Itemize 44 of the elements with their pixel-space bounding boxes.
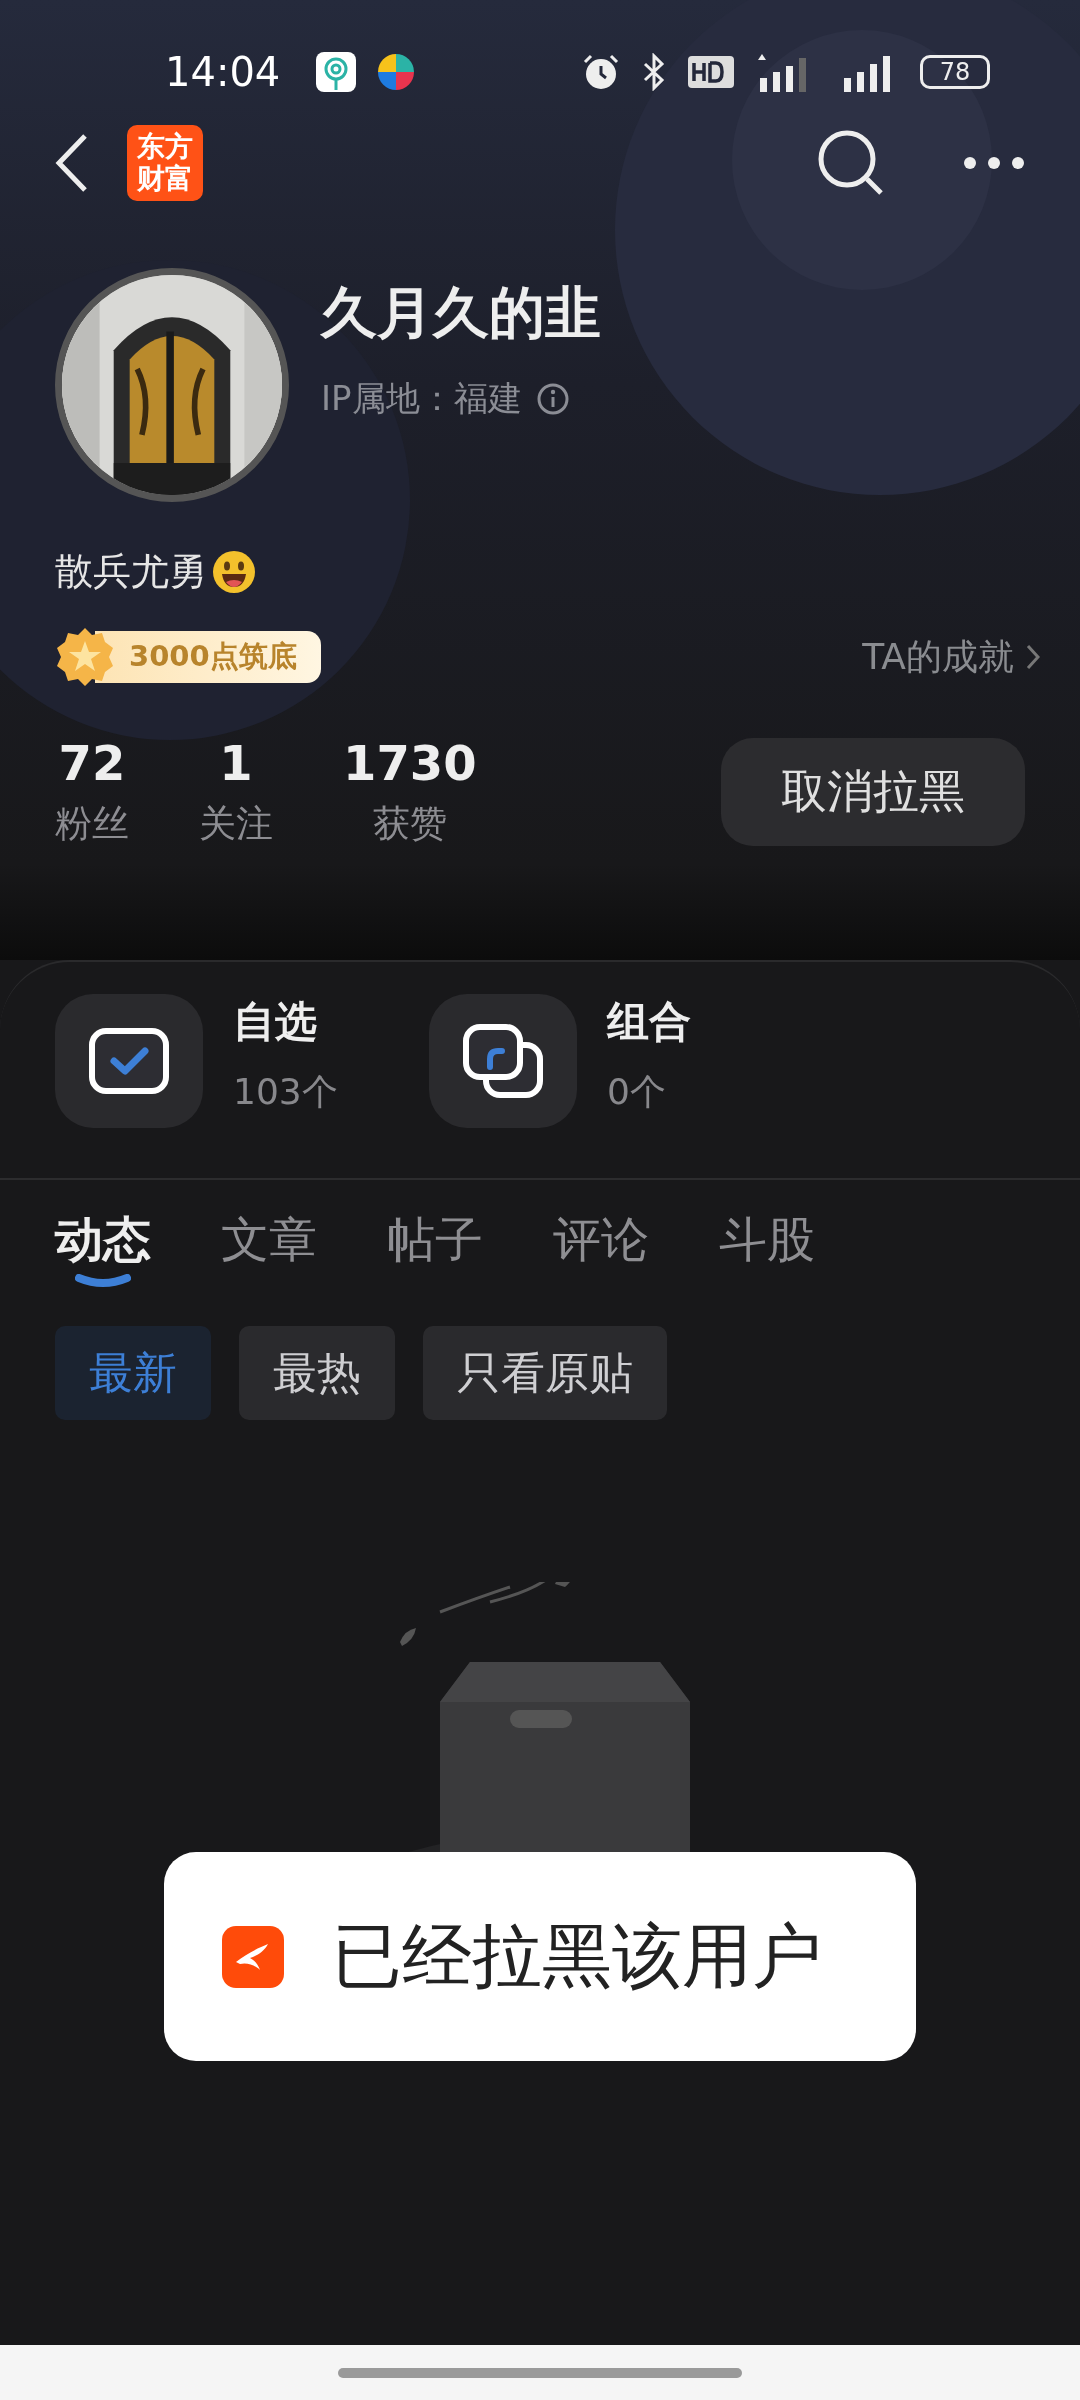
tab[interactable]: 动态 <box>55 1208 151 1272</box>
app-notification-icon <box>316 52 357 92</box>
tab[interactable]: 帖子 <box>387 1208 483 1272</box>
collection-title: 自选 <box>233 996 318 1048</box>
stat-label: 关注 <box>199 801 273 847</box>
app-logo: 东方 财富 <box>127 125 203 201</box>
tab[interactable]: 文章 <box>221 1208 317 1272</box>
more-icon[interactable] <box>963 156 1025 170</box>
tab[interactable]: 斗股 <box>719 1208 815 1272</box>
stat-value: 1730 <box>343 735 477 791</box>
stat-value: 1 <box>219 735 253 791</box>
tab[interactable]: 评论 <box>553 1208 649 1272</box>
filter-chip[interactable]: 最热 <box>239 1326 395 1420</box>
collection-count: 103个 <box>233 1070 339 1114</box>
alarm-icon <box>582 53 620 91</box>
filter-chip[interactable]: 最新 <box>55 1326 211 1420</box>
collection-tile[interactable] <box>55 994 203 1128</box>
user-name: 久月久的韭 <box>321 279 601 347</box>
stat-value: 72 <box>58 735 126 791</box>
user-bio: 散兵尤勇 <box>55 548 207 595</box>
unblock-button[interactable]: 取消拉黑 <box>721 738 1025 846</box>
toast-message: 已经拉黑该用户 <box>332 1913 822 1999</box>
filter-chip[interactable]: 只看原贴 <box>423 1326 667 1420</box>
stat-label: 粉丝 <box>55 801 129 847</box>
tab-underline <box>75 1274 131 1290</box>
back-icon[interactable] <box>55 133 89 193</box>
smiley-icon <box>211 548 257 595</box>
app-notification-icon <box>376 52 417 92</box>
clock: 14:04 <box>165 49 281 95</box>
stat-label: 获赞 <box>372 801 447 847</box>
chevron-right-icon <box>1026 644 1040 670</box>
info-icon[interactable] <box>535 382 570 416</box>
bluetooth-icon <box>642 53 666 91</box>
ip-location: IP属地：福建 <box>321 377 522 420</box>
collection-title: 组合 <box>607 996 692 1048</box>
hd-call-icon <box>688 56 734 88</box>
home-indicator[interactable] <box>338 2367 742 2378</box>
overlapping-squares-icon <box>462 1023 544 1099</box>
battery-indicator: 78 <box>920 55 990 89</box>
collection-tile[interactable] <box>429 994 577 1128</box>
achievements-link[interactable]: TA的成就 <box>862 632 1014 682</box>
app-logo-icon <box>222 1925 284 1988</box>
checkbox-icon <box>88 1027 170 1095</box>
collection-count: 0个 <box>607 1070 667 1114</box>
